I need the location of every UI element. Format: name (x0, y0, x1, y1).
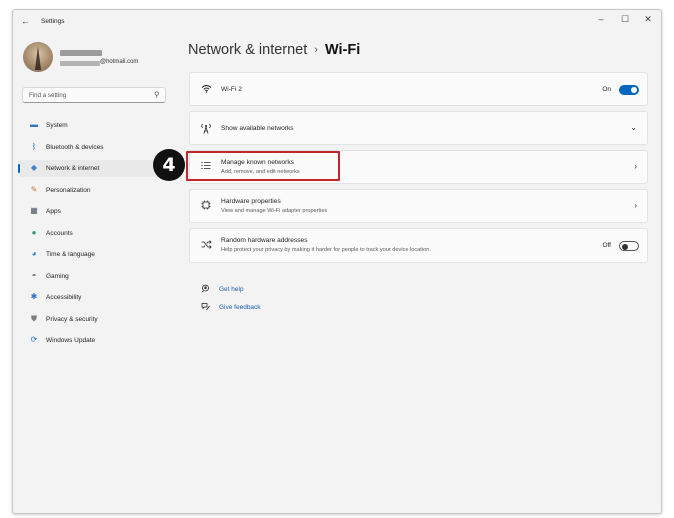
page-title: Wi-Fi (324, 42, 361, 58)
show-available-networks-label: Show available networks (221, 125, 294, 132)
bluetooth-icon: ᛒ (31, 141, 37, 151)
random-hardware-addresses-card: Random hardware addresses Help protect y… (189, 228, 648, 263)
sidebar-item-label: Personalization (46, 186, 91, 194)
help-icon (201, 284, 210, 295)
sidebar-item-label: Apps (46, 208, 61, 215)
hardware-properties-label: Hardware properties (221, 198, 281, 205)
user-email: @hotmail.com (100, 59, 139, 65)
sidebar-item-accessibility[interactable]: ✱ Accessibility (18, 289, 168, 306)
sidebar-item-network-internet[interactable]: ◆ Network & internet (18, 160, 168, 177)
gamepad-icon: ◓ (31, 270, 37, 280)
system-icon: ▬ (30, 120, 38, 129)
active-indicator (18, 164, 20, 173)
avatar[interactable] (23, 42, 53, 72)
sidebar-item-apps[interactable]: ▦ Apps (18, 203, 168, 220)
search-input[interactable]: Find a setting ⚲ (22, 87, 166, 103)
sidebar-item-windows-update[interactable]: ⟳ Windows Update (18, 332, 168, 349)
sidebar-item-label: Time & language (46, 251, 95, 258)
sidebar-item-bluetooth-devices[interactable]: ᛒ Bluetooth & devices (18, 139, 168, 156)
wifi-card[interactable]: Wi-Fi 2 On (189, 72, 648, 106)
sidebar-item-privacy-security[interactable]: ⛊ Privacy & security (18, 311, 168, 328)
brush-icon: ✎ (30, 184, 38, 194)
sidebar-item-time-language[interactable]: ◕ Time & language (18, 246, 168, 263)
step-number-badge: 4 (153, 149, 185, 181)
update-icon: ⟳ (30, 335, 38, 344)
back-arrow-icon[interactable]: ← (21, 16, 30, 26)
sidebar-item-personalization[interactable]: ✎ Personalization (18, 182, 168, 199)
sidebar-item-label: Gaming (46, 272, 69, 280)
show-available-networks-card[interactable]: Show available networks ⌄ (189, 111, 648, 145)
sidebar-item-accounts[interactable]: ● Accounts (18, 225, 168, 242)
accessibility-icon: ✱ (30, 292, 38, 301)
search-icon[interactable]: ⚲ (154, 90, 160, 99)
manage-known-networks-card[interactable]: Manage known networks Add, remove, and e… (189, 150, 648, 184)
app-title: Settings (41, 18, 65, 25)
sidebar-item-label: Privacy & security (46, 315, 98, 323)
close-button[interactable]: ✕ (640, 14, 656, 25)
antenna-icon (200, 123, 212, 136)
wifi-icon: ◆ (30, 163, 38, 172)
chevron-down-icon[interactable]: ⌄ (630, 123, 637, 132)
chevron-right-icon[interactable]: › (634, 201, 637, 210)
wifi-toggle[interactable] (619, 85, 639, 95)
wifi-state-label: On (602, 86, 611, 93)
user-email-redacted (60, 61, 100, 66)
list-icon (200, 161, 212, 172)
user-name-redacted (60, 50, 102, 56)
hardware-properties-card[interactable]: Hardware properties View and manage Wi-F… (189, 189, 648, 223)
feedback-icon (201, 302, 210, 313)
sidebar-item-system[interactable]: ▬ System (18, 117, 168, 134)
person-icon: ● (31, 227, 37, 237)
shield-icon: ⛊ (31, 313, 37, 323)
manage-known-networks-desc: Add, remove, and edit networks (221, 169, 300, 175)
breadcrumb: Network & internet › Wi-Fi (188, 42, 360, 58)
minimize-button[interactable]: – (593, 14, 609, 24)
wifi-adapter-label: Wi-Fi 2 (221, 86, 242, 93)
shuffle-icon (200, 240, 212, 251)
settings-window: ← Settings – ☐ ✕ @hotmail.com Find a set… (12, 9, 662, 514)
sidebar-item-gaming[interactable]: ◓ Gaming (18, 268, 168, 285)
give-feedback-label[interactable]: Give feedback (219, 304, 261, 311)
chip-icon (200, 200, 212, 212)
globe-clock-icon: ◕ (31, 249, 37, 258)
random-hardware-addresses-desc: Help protect your privacy by making it h… (221, 247, 431, 253)
random-addresses-toggle[interactable] (619, 241, 639, 251)
sidebar-item-label: Windows Update (46, 337, 96, 344)
random-hardware-addresses-label: Random hardware addresses (221, 237, 308, 244)
manage-known-networks-label: Manage known networks (221, 159, 294, 166)
sidebar-item-label: Accounts (46, 229, 73, 237)
apps-icon: ▦ (30, 206, 38, 215)
breadcrumb-parent[interactable]: Network & internet (188, 42, 307, 58)
sidebar-item-label: Accessibility (46, 294, 82, 301)
get-help-label[interactable]: Get help (219, 286, 244, 293)
sidebar-item-label: Bluetooth & devices (46, 143, 104, 151)
maximize-button[interactable]: ☐ (617, 14, 633, 25)
sidebar-item-label: Network & internet (46, 165, 100, 172)
hardware-properties-desc: View and manage Wi-Fi adapter properties (221, 208, 328, 214)
sidebar-item-label: System (46, 122, 68, 129)
wifi-icon (200, 84, 212, 95)
search-placeholder: Find a setting (29, 92, 67, 99)
random-addresses-state-label: Off (602, 242, 611, 249)
title-bar: ← Settings – ☐ ✕ (13, 10, 661, 36)
chevron-right-icon[interactable]: › (634, 162, 637, 171)
breadcrumb-separator: › (314, 44, 318, 56)
